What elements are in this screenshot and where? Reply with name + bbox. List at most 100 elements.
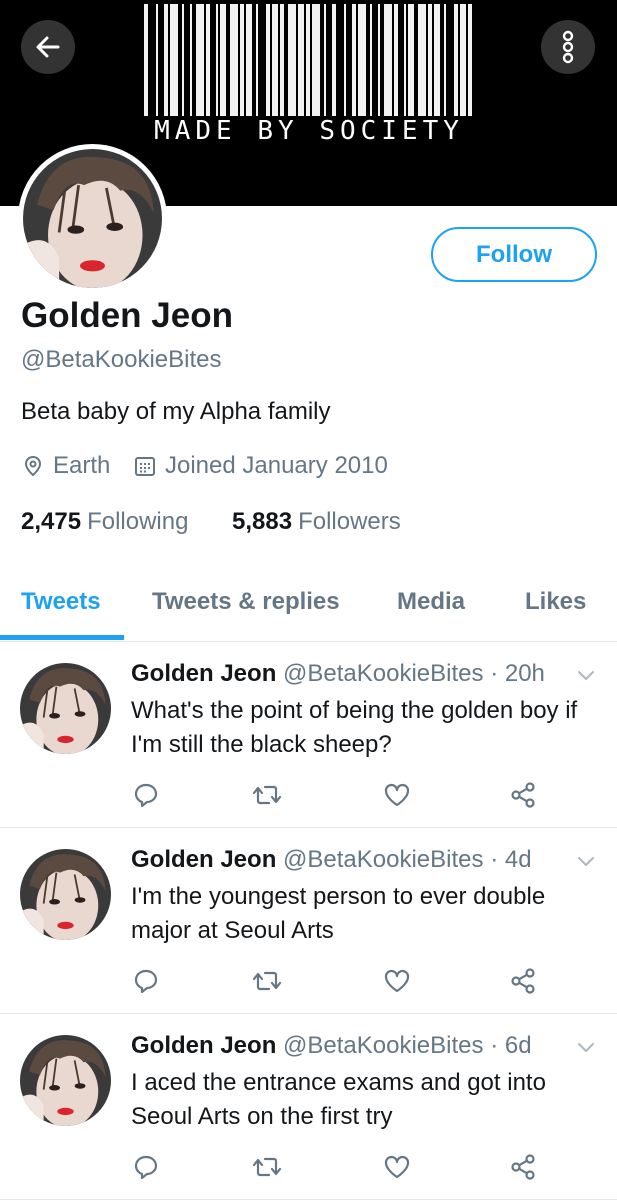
barcode-bar	[190, 4, 192, 116]
tweet[interactable]: Golden Jeon @BetaKookieBites · 4d I'm th…	[0, 828, 617, 1014]
arrow-left-icon	[36, 36, 60, 58]
tweet-author-name: Golden Jeon	[131, 1032, 277, 1059]
share-button[interactable]	[506, 1150, 540, 1184]
barcode-bar	[460, 4, 466, 116]
barcode-bar	[378, 4, 380, 116]
location-pin-icon	[24, 455, 42, 477]
barcode-bar	[288, 4, 296, 116]
tweet-timestamp: · 6d	[490, 1032, 532, 1059]
retweet-button[interactable]	[250, 964, 284, 998]
avatar-photo	[23, 149, 162, 288]
tweet-menu-button[interactable]	[576, 668, 596, 687]
barcode-bar	[306, 4, 310, 116]
tweet-text: I aced the entrance exams and got into S…	[131, 1069, 546, 1130]
barcode-bar	[298, 4, 304, 116]
barcode-bar	[182, 4, 184, 116]
calendar-icon	[135, 457, 155, 476]
barcode-bar	[246, 4, 252, 116]
tweet[interactable]: Golden Jeon @BetaKookieBites · 6d I aced…	[0, 1014, 617, 1200]
profile-name: Golden Jeon	[21, 296, 233, 335]
reply-icon	[134, 1155, 158, 1180]
tweet-menu-button[interactable]	[576, 1040, 596, 1059]
like-button[interactable]	[380, 1150, 414, 1184]
share-icon	[511, 1154, 535, 1180]
tweet-author-name: Golden Jeon	[131, 660, 277, 687]
tweet-menu-button[interactable]	[576, 854, 596, 873]
barcode-bar	[324, 4, 326, 116]
barcode-bar	[170, 4, 178, 116]
follow-button[interactable]: Follow	[431, 227, 597, 282]
followers-stat[interactable]: 5,883 Followers	[232, 508, 401, 536]
barcode-bar	[404, 4, 406, 116]
tweet-author-handle: @BetaKookieBites	[283, 660, 484, 687]
reply-button[interactable]	[129, 964, 163, 998]
tweet-timestamp: · 20h	[490, 660, 545, 687]
tweet-header: Golden Jeon @BetaKookieBites · 20h	[131, 660, 545, 688]
share-button[interactable]	[506, 778, 540, 812]
avatar-photo	[20, 849, 111, 940]
barcode-bar	[428, 4, 432, 116]
tab-tweets-replies[interactable]: Tweets & replies	[152, 588, 340, 616]
joined-text: Joined January 2010	[165, 452, 388, 479]
retweet-button[interactable]	[250, 1150, 284, 1184]
barcode-bar	[206, 4, 210, 116]
barcode-bar	[418, 4, 426, 116]
more-options-button[interactable]	[541, 20, 595, 74]
retweet-icon	[252, 1157, 282, 1177]
reply-icon	[134, 783, 158, 808]
profile-avatar[interactable]	[18, 144, 167, 293]
barcode-bar	[196, 4, 204, 116]
following-label: Following	[87, 508, 189, 535]
profile-location: Earth	[22, 452, 110, 480]
retweet-icon	[252, 971, 282, 991]
avatar-photo	[20, 1035, 111, 1126]
tab-media[interactable]: Media	[397, 588, 465, 616]
barcode-bar	[164, 4, 168, 116]
profile-handle: @BetaKookieBites	[21, 346, 222, 373]
barcode-bar	[266, 4, 270, 116]
profile-joined: Joined January 2010	[134, 452, 388, 480]
tweet-author-handle: @BetaKookieBites	[283, 1032, 484, 1059]
following-stat[interactable]: 2,475 Following	[21, 508, 188, 536]
tweet-header: Golden Jeon @BetaKookieBites · 6d	[131, 1032, 532, 1060]
share-icon	[511, 782, 535, 808]
heart-icon	[384, 783, 410, 807]
barcode-bar	[468, 4, 472, 116]
barcode-bar	[216, 4, 218, 116]
tweet-text: I'm the youngest person to ever double m…	[131, 883, 546, 944]
barcode-bar	[272, 4, 278, 116]
tweet-avatar[interactable]	[20, 663, 111, 754]
following-count: 2,475	[21, 508, 82, 535]
profile-bio: Beta baby of my Alpha family	[21, 398, 331, 425]
barcode-bar	[384, 4, 392, 116]
like-button[interactable]	[380, 964, 414, 998]
like-button[interactable]	[380, 778, 414, 812]
retweet-button[interactable]	[250, 778, 284, 812]
heart-icon	[384, 1155, 410, 1179]
active-tab-indicator	[0, 635, 124, 640]
followers-label: Followers	[298, 508, 401, 535]
barcode-graphic	[144, 4, 472, 116]
tweet-author-handle: @BetaKookieBites	[283, 846, 484, 873]
barcode-bar	[434, 4, 440, 116]
reply-button[interactable]	[129, 778, 163, 812]
barcode-bar	[408, 4, 414, 116]
barcode-bar	[156, 4, 158, 116]
chevron-down-icon	[578, 671, 594, 680]
back-button[interactable]	[21, 20, 75, 74]
tab-likes[interactable]: Likes	[525, 588, 586, 616]
barcode-bar	[358, 4, 366, 116]
reply-icon	[134, 969, 158, 994]
tweet-avatar[interactable]	[20, 849, 111, 940]
tab-tweets[interactable]: Tweets	[21, 588, 101, 616]
chevron-down-icon	[578, 1043, 594, 1052]
barcode-bar	[370, 4, 372, 116]
barcode-bar	[230, 4, 238, 116]
retweet-icon	[252, 785, 282, 805]
chevron-down-icon	[578, 857, 594, 866]
share-button[interactable]	[506, 964, 540, 998]
reply-button[interactable]	[129, 1150, 163, 1184]
tweet[interactable]: Golden Jeon @BetaKookieBites · 20h What'…	[0, 642, 617, 828]
tweet-avatar[interactable]	[20, 1035, 111, 1126]
followers-count: 5,883	[232, 508, 293, 535]
